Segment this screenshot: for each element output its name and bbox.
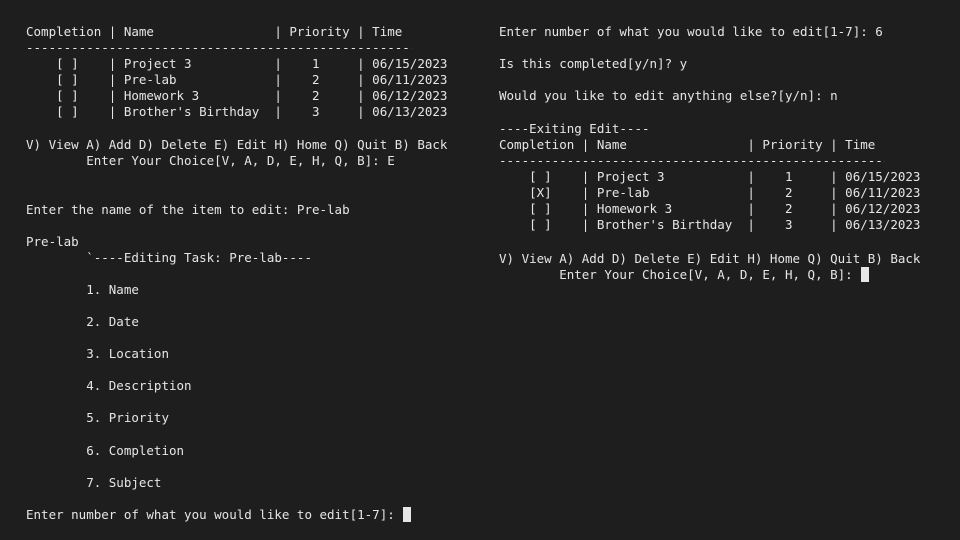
table-row: [ ] | Homework 3 | 2 | 06/12/2023	[26, 88, 448, 103]
completed-prompt: Is this completed[y/n]? y	[499, 56, 688, 71]
table-header: Completion | Name | Priority | Time	[26, 24, 403, 39]
edit-more-prompt: Would you like to edit anything else?[y/…	[499, 88, 838, 103]
edit-option-item: 5. Priority	[26, 410, 169, 425]
table-row: [ ] | Project 3 | 1 | 06/15/2023	[499, 169, 921, 184]
right-terminal-pane[interactable]: Enter number of what you would like to e…	[473, 0, 960, 540]
table-divider: ----------------------------------------…	[26, 40, 412, 55]
text-cursor	[861, 267, 870, 282]
table-row: [ ] | Brother's Birthday | 3 | 06/13/202…	[26, 104, 448, 119]
choice-prompt: Enter Your Choice[V, A, D, E, H, Q, B]:	[499, 267, 861, 282]
table-row: [X] | Pre-lab | 2 | 06/11/2023	[499, 185, 921, 200]
table-row: [ ] | Brother's Birthday | 3 | 06/13/202…	[499, 217, 921, 232]
menu-options: V) View A) Add D) Delete E) Edit H) Home…	[499, 251, 921, 266]
edit-number-response: Enter number of what you would like to e…	[499, 24, 883, 39]
left-terminal-pane[interactable]: Completion | Name | Priority | Time ----…	[0, 0, 470, 540]
editing-task-header: `----Editing Task: Pre-lab----	[26, 250, 312, 265]
edit-number-input-line[interactable]: Enter number of what you would like to e…	[26, 507, 412, 523]
choice-input-line[interactable]: Enter Your Choice[V, A, D, E, H, Q, B]:	[499, 267, 870, 283]
table-divider: ----------------------------------------…	[499, 153, 885, 168]
edit-option-item: 4. Description	[26, 378, 192, 393]
table-header: Completion | Name | Priority | Time	[499, 137, 876, 152]
item-name-prompt: Enter the name of the item to edit: Pre-…	[26, 202, 350, 217]
exiting-edit-header: ----Exiting Edit----	[499, 121, 650, 136]
table-row: [ ] | Pre-lab | 2 | 06/11/2023	[26, 72, 448, 87]
text-cursor	[403, 507, 412, 522]
table-row: [ ] | Project 3 | 1 | 06/15/2023	[26, 56, 448, 71]
edit-option-item: 3. Location	[26, 346, 169, 361]
edit-option-item: 1. Name	[26, 282, 139, 297]
edit-option-item: 6. Completion	[26, 443, 185, 458]
table-row: [ ] | Homework 3 | 2 | 06/12/2023	[499, 201, 921, 216]
choice-prompt: Enter Your Choice[V, A, D, E, H, Q, B]: …	[26, 153, 395, 168]
echoed-item-name: Pre-lab	[26, 234, 79, 249]
menu-options: V) View A) Add D) Delete E) Edit H) Home…	[26, 137, 448, 152]
edit-number-prompt: Enter number of what you would like to e…	[26, 507, 403, 522]
edit-option-item: 2. Date	[26, 314, 139, 329]
edit-option-item: 7. Subject	[26, 475, 162, 490]
